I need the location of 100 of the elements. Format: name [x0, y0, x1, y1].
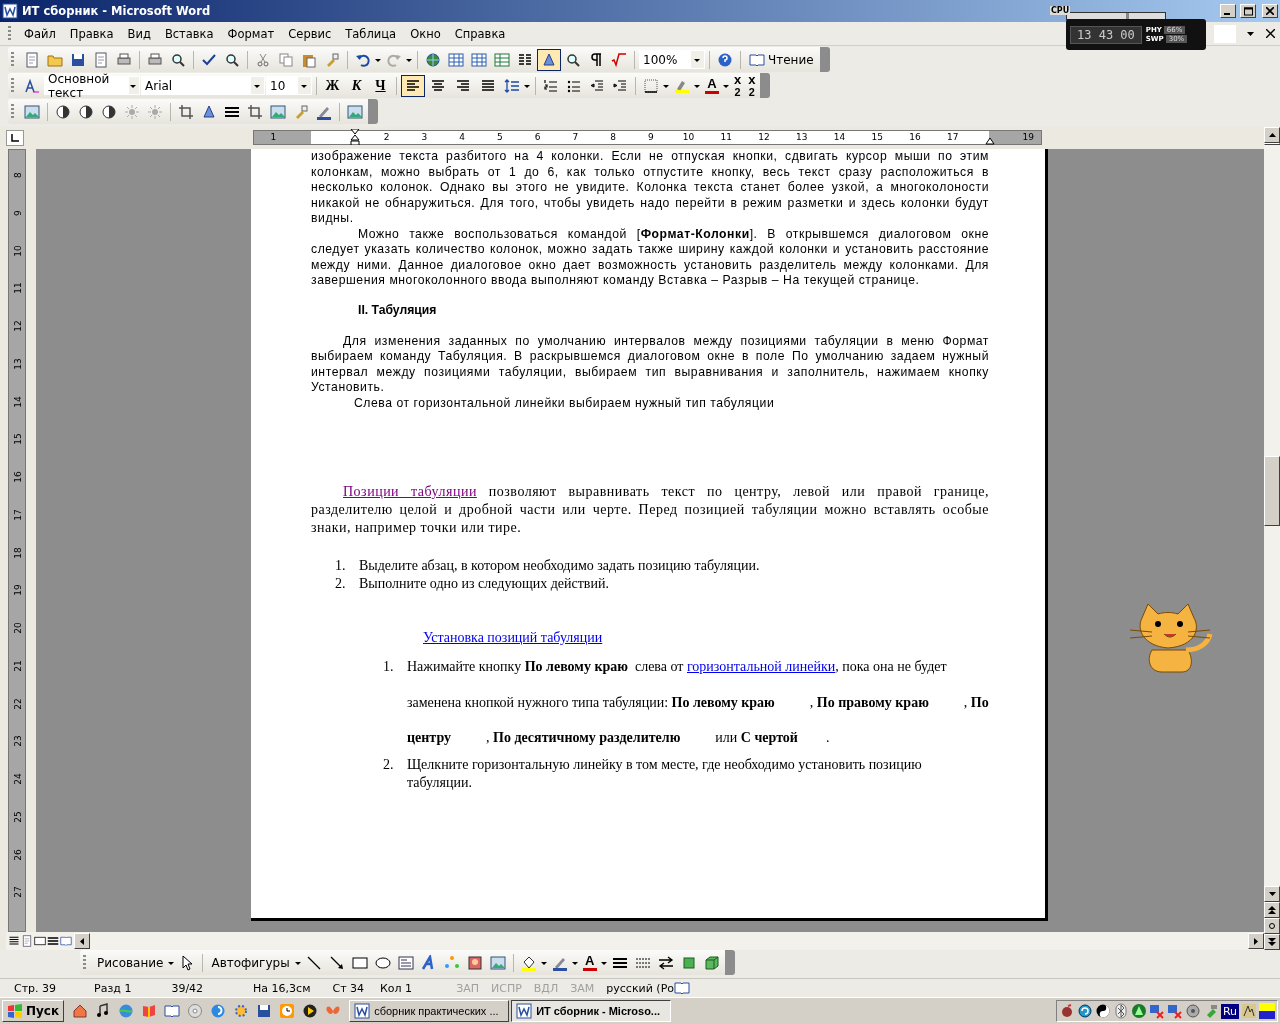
left-tab-icon[interactable] [11, 134, 19, 142]
text-box-icon[interactable] [397, 954, 414, 971]
arrow-style-icon[interactable] [657, 954, 674, 971]
insert-spreadsheet-icon[interactable] [494, 51, 510, 68]
3d-icon[interactable] [703, 954, 720, 971]
taskbar-button[interactable]: сборник практических ... [349, 1000, 510, 1022]
scroll-left-button[interactable] [74, 933, 90, 949]
arrow-left-icon[interactable] [80, 937, 84, 945]
dropdown-arrow-icon[interactable] [1246, 31, 1254, 36]
play-icon[interactable] [302, 1003, 319, 1019]
tree-icon[interactable] [1130, 1003, 1147, 1019]
double-arrow-up-icon[interactable] [1268, 906, 1276, 914]
arrow-icon[interactable] [328, 954, 345, 971]
document-icon [516, 1003, 533, 1019]
menu-item[interactable]: Таблица [338, 24, 404, 43]
paragraph: Слева от горизонтальной линейки выбираем нужный тип табуляции [353, 395, 776, 411]
bluetooth-icon[interactable] [1112, 1003, 1129, 1019]
speaker-icon[interactable] [1184, 1003, 1201, 1019]
clock-icon[interactable] [279, 1003, 296, 1019]
oval-icon[interactable] [374, 954, 391, 971]
insert-picture-icon[interactable] [24, 103, 40, 120]
arrow-up-icon[interactable] [1268, 133, 1276, 137]
minimize-button[interactable] [1220, 4, 1236, 18]
insert-table-icon[interactable] [471, 51, 487, 68]
status-item: ИСПР [491, 981, 522, 995]
refresh-icon[interactable] [1076, 1003, 1093, 1019]
line-icon[interactable] [305, 954, 322, 971]
autoshapes-menu-button[interactable]: Автофигуры [207, 953, 294, 972]
menu-item[interactable]: Правка [62, 24, 121, 43]
border-icon[interactable] [643, 77, 659, 94]
menu-item[interactable]: Файл [17, 24, 63, 43]
font-color-button[interactable]: A [702, 77, 722, 94]
taskbar-button[interactable]: ИТ сборник - Microso... [511, 1000, 672, 1022]
menu-item[interactable]: Справка [447, 24, 513, 43]
menu-item[interactable]: Вид [120, 24, 158, 43]
tab-selector[interactable] [6, 130, 24, 146]
rectangle-icon[interactable] [351, 954, 368, 971]
close-button[interactable] [1262, 4, 1278, 18]
drawing-menu-button[interactable]: Рисование [93, 953, 168, 972]
help-icon[interactable] [717, 51, 733, 68]
reading-button[interactable]: Чтение [745, 49, 818, 70]
link[interactable]: Установка позиций табуляции [423, 630, 603, 645]
menu-item[interactable]: Сервис [281, 24, 339, 43]
font-color-button[interactable]: A [579, 954, 600, 971]
app-icon [2, 3, 18, 19]
arrow-right-icon[interactable] [1254, 937, 1258, 945]
list-item: 1. Выделите абзац, в котором необходимо задать позицию табуляции. [334, 557, 761, 575]
columns-icon[interactable] [517, 51, 533, 68]
question-field[interactable] [1214, 24, 1236, 43]
clipart-icon[interactable] [466, 954, 483, 971]
font-size-field[interactable]: 10 [266, 76, 312, 95]
underline-button[interactable]: Ч [369, 77, 392, 94]
arrow-down-icon[interactable] [1268, 892, 1276, 896]
equation-icon[interactable] [611, 51, 627, 68]
language-indicator[interactable]: Ru [1220, 1003, 1239, 1019]
previous-page-button[interactable] [1264, 902, 1280, 918]
link[interactable]: Позиции табуляции [343, 484, 477, 499]
zoom-field[interactable]: 100% [639, 50, 705, 69]
print-preview-icon[interactable] [170, 51, 186, 68]
menu-item[interactable]: Вставка [157, 24, 221, 43]
increase-indent-icon[interactable] [612, 77, 628, 94]
windows-logo-icon[interactable] [7, 1003, 23, 1019]
close-icon[interactable] [1266, 7, 1274, 15]
bold-button[interactable]: Ж [321, 77, 344, 94]
menu-item[interactable]: Окно [403, 24, 448, 43]
start-button[interactable]: Пуск [2, 1000, 65, 1022]
crop-icon[interactable] [178, 103, 194, 120]
horizontal-ruler[interactable]: 1 2 3 4 5 6 7 8 9 10 11 12 13 14 15 16 17 19 [253, 130, 1042, 145]
heading: II. Табуляция [357, 302, 438, 317]
clock-display: 13 43 00 [1070, 25, 1142, 44]
circle-icon[interactable] [1269, 923, 1275, 929]
pilcrow-icon[interactable] [588, 51, 604, 68]
italic-button[interactable]: К [345, 77, 368, 94]
insert-picture-icon[interactable] [489, 954, 506, 971]
home-icon[interactable] [72, 1003, 89, 1019]
vertical-ruler[interactable]: 8 9 10 11 12 13 14 15 16 17 18 19 20 21 22 23 24 25 26 27 [8, 149, 26, 932]
numbering-icon[interactable] [543, 77, 559, 94]
menu-item[interactable]: Формат [220, 24, 282, 43]
book-icon[interactable] [164, 1003, 181, 1019]
paragraph: Можно также воспользоваться командой [Формат-Колонки]. В открывшемся диалоговом окне следует указать количество колонок, можно задать также ширину каждой колонки и установить расстояние между ними. Данное диалоговое окно дает возможность установить разделитель между колонками. Для завершения многоколонного ввода выполняют команду Вставка – Разрыв – На текущей странице. [311, 226, 989, 289]
double-arrow-down-icon[interactable] [1268, 938, 1276, 946]
scroll-thumb[interactable] [1264, 455, 1280, 526]
styles-icon[interactable] [24, 77, 40, 94]
scroll-down-button[interactable] [1264, 886, 1280, 902]
new-document-icon[interactable] [24, 51, 40, 68]
font-field[interactable]: Arial [141, 76, 265, 95]
fill-color-icon[interactable] [520, 954, 537, 971]
scroll-up-button[interactable] [1264, 127, 1280, 143]
line-spacing-icon[interactable] [504, 77, 520, 94]
close-icon[interactable] [1265, 29, 1275, 38]
yin-yang-icon[interactable] [1094, 1003, 1111, 1019]
indent-marker[interactable] [350, 129, 360, 145]
next-page-button[interactable] [1264, 934, 1280, 950]
browse-object-button[interactable] [1264, 918, 1280, 934]
decrease-indent-icon[interactable] [589, 77, 605, 94]
scroll-right-button[interactable] [1248, 933, 1264, 949]
print-icon[interactable] [147, 51, 163, 68]
cut-icon[interactable] [255, 51, 271, 68]
save-icon[interactable] [70, 51, 86, 68]
book-icon[interactable] [749, 51, 765, 68]
